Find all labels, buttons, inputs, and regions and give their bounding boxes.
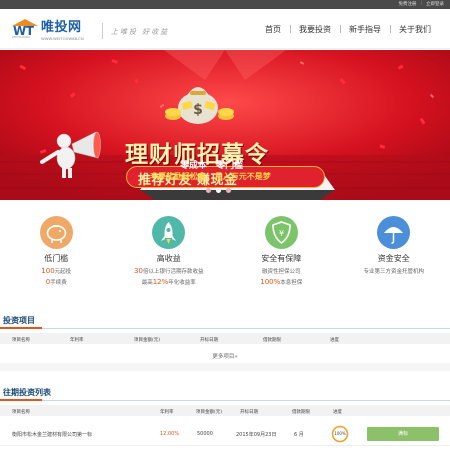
section-rule xyxy=(0,399,450,401)
brand-divider xyxy=(102,23,103,39)
carousel-dot[interactable] xyxy=(206,188,211,193)
piggy-bank-icon xyxy=(39,216,73,249)
col-term: 借款期限 xyxy=(263,338,281,343)
slogan: 上唯投 好收益 xyxy=(111,28,170,36)
status-button[interactable]: 满标 xyxy=(367,427,439,441)
rocket-icon xyxy=(152,216,186,249)
svg-text:¥: ¥ xyxy=(279,229,284,238)
col-amount: 项目金额(元) xyxy=(196,410,223,415)
feature-title: 资金安全 xyxy=(377,254,410,263)
feature-prefix: 最高 xyxy=(141,280,153,286)
col-date: 开标日期 xyxy=(240,410,258,415)
nav-invest[interactable]: 我要投资 xyxy=(290,24,340,35)
feature-line: 100元起投 xyxy=(0,267,113,275)
col-term: 借款期限 xyxy=(292,410,310,415)
link-separator: | xyxy=(420,1,422,6)
svg-text:$: $ xyxy=(193,102,203,118)
feature-text: 专业第三方资金托管机构 xyxy=(363,269,424,275)
col-name: 项目名称 xyxy=(12,410,30,415)
feature-highlight: 12% xyxy=(152,278,169,286)
past-title: 往期投资列表 xyxy=(3,388,51,397)
feature-row: 低门槛 100元起投 0手续费 高收益 30倍以上银行活期存款收益 最高12%年… xyxy=(0,212,450,302)
projects-section-header: 投资项目 xyxy=(0,312,450,330)
feature-text: 倍以上银行活期存款收益 xyxy=(142,269,204,275)
row-amount: 50000 xyxy=(197,431,213,437)
more-projects-row: 更多项目» xyxy=(0,349,450,361)
brand-domain: WWW.WEITOUW88.CN xyxy=(41,36,84,41)
logo-subtext: WEITOUWANG xyxy=(12,36,30,39)
col-rate: 年利率 xyxy=(160,410,174,415)
past-table-header: 项目名称 年利率 项目金额(元) 开标日期 借款期限 进度 xyxy=(0,405,450,416)
progress-label: 100% xyxy=(334,431,346,436)
carousel-dot-active[interactable] xyxy=(216,188,221,193)
section-spacer xyxy=(0,363,450,371)
col-progress: 进度 xyxy=(333,410,342,415)
row-date: 2015年09月23日 xyxy=(236,432,277,438)
table-row[interactable]: 衡阳市松木金兰建材有限公司第一标 12.00% 50000 2015年09月23… xyxy=(0,422,450,446)
shield-icon: ¥ xyxy=(264,216,298,249)
col-amount: 项目金额(元) xyxy=(134,338,161,343)
umbrella-icon xyxy=(377,216,411,249)
feature-highlight: 100 xyxy=(41,267,55,275)
row-term: 6 月 xyxy=(294,432,304,438)
feature-low-threshold: 低门槛 100元起投 0手续费 xyxy=(0,212,113,302)
row-project-name[interactable]: 衡阳市松木金兰建材有限公司第一标 xyxy=(12,431,92,438)
nav-guide[interactable]: 新手指导 xyxy=(340,24,390,35)
nav-home[interactable]: 首页 xyxy=(256,24,290,35)
feature-text: 元起投 xyxy=(54,269,72,275)
feature-line: 融资性担保公司 xyxy=(225,267,338,275)
feature-line: 0手续费 xyxy=(0,278,113,286)
feature-text: 本息担保 xyxy=(280,280,303,286)
carousel-dots xyxy=(206,188,231,193)
feature-highlight: 100% xyxy=(260,278,281,286)
banner-perks: 零成本 零门槛 xyxy=(180,161,244,171)
feature-title: 低门槛 xyxy=(44,254,69,263)
nav-about[interactable]: 关于我们 xyxy=(390,24,440,35)
banner-reward: 丰厚奖励轻松拿 月入万元不是梦 xyxy=(150,172,271,181)
feature-text: 融资性担保公司 xyxy=(261,269,301,275)
section-rule xyxy=(0,327,450,329)
feature-title: 安全有保障 xyxy=(261,254,302,263)
projects-title: 投资项目 xyxy=(3,316,35,325)
feature-fund-safety: 资金安全 专业第三方资金托管机构 xyxy=(338,212,450,302)
more-projects-link[interactable]: 更多项目» xyxy=(212,354,237,360)
feature-text: 年化收益率 xyxy=(168,280,196,286)
feature-line: 100%本息担保 xyxy=(225,278,338,286)
past-section-header: 往期投资列表 xyxy=(0,384,450,402)
col-progress: 进度 xyxy=(330,338,339,343)
col-date: 开标日期 xyxy=(200,338,218,343)
feature-high-yield: 高收益 30倍以上银行活期存款收益 最高12%年化收益率 xyxy=(113,212,226,302)
row-rate: 12.00% xyxy=(160,431,180,437)
login-link[interactable]: 立即登录 xyxy=(426,1,444,7)
feature-line: 专业第三方资金托管机构 xyxy=(338,267,450,275)
feature-text: 手续费 xyxy=(50,280,67,286)
brand-name[interactable]: 唯投网 xyxy=(41,21,82,34)
feature-highlight: 30 xyxy=(134,267,143,275)
auth-links: 免费注册 | 立即登录 xyxy=(398,1,444,7)
top-utility-bar: 免费注册 | 立即登录 xyxy=(0,0,450,9)
feature-title: 高收益 xyxy=(156,254,181,263)
feature-line: 最高12%年化收益率 xyxy=(113,278,226,286)
progress-ring: 100% xyxy=(331,425,349,443)
register-link[interactable]: 免费注册 xyxy=(398,1,416,7)
main-nav: 首页 我要投资 新手指导 关于我们 xyxy=(256,9,440,49)
col-rate: 年利率 xyxy=(70,338,84,343)
carousel-dot[interactable] xyxy=(226,188,231,193)
feature-line: 30倍以上银行活期存款收益 xyxy=(113,267,226,275)
projects-table-header: 项目名称 年利率 项目金额(元) 开标日期 借款期限 进度 xyxy=(0,333,450,344)
feature-guarantee: ¥ 安全有保障 融资性担保公司 100%本息担保 xyxy=(225,212,338,302)
col-name: 项目名称 xyxy=(12,338,30,343)
logo-icon[interactable]: WT WEITOUWANG xyxy=(12,19,38,39)
